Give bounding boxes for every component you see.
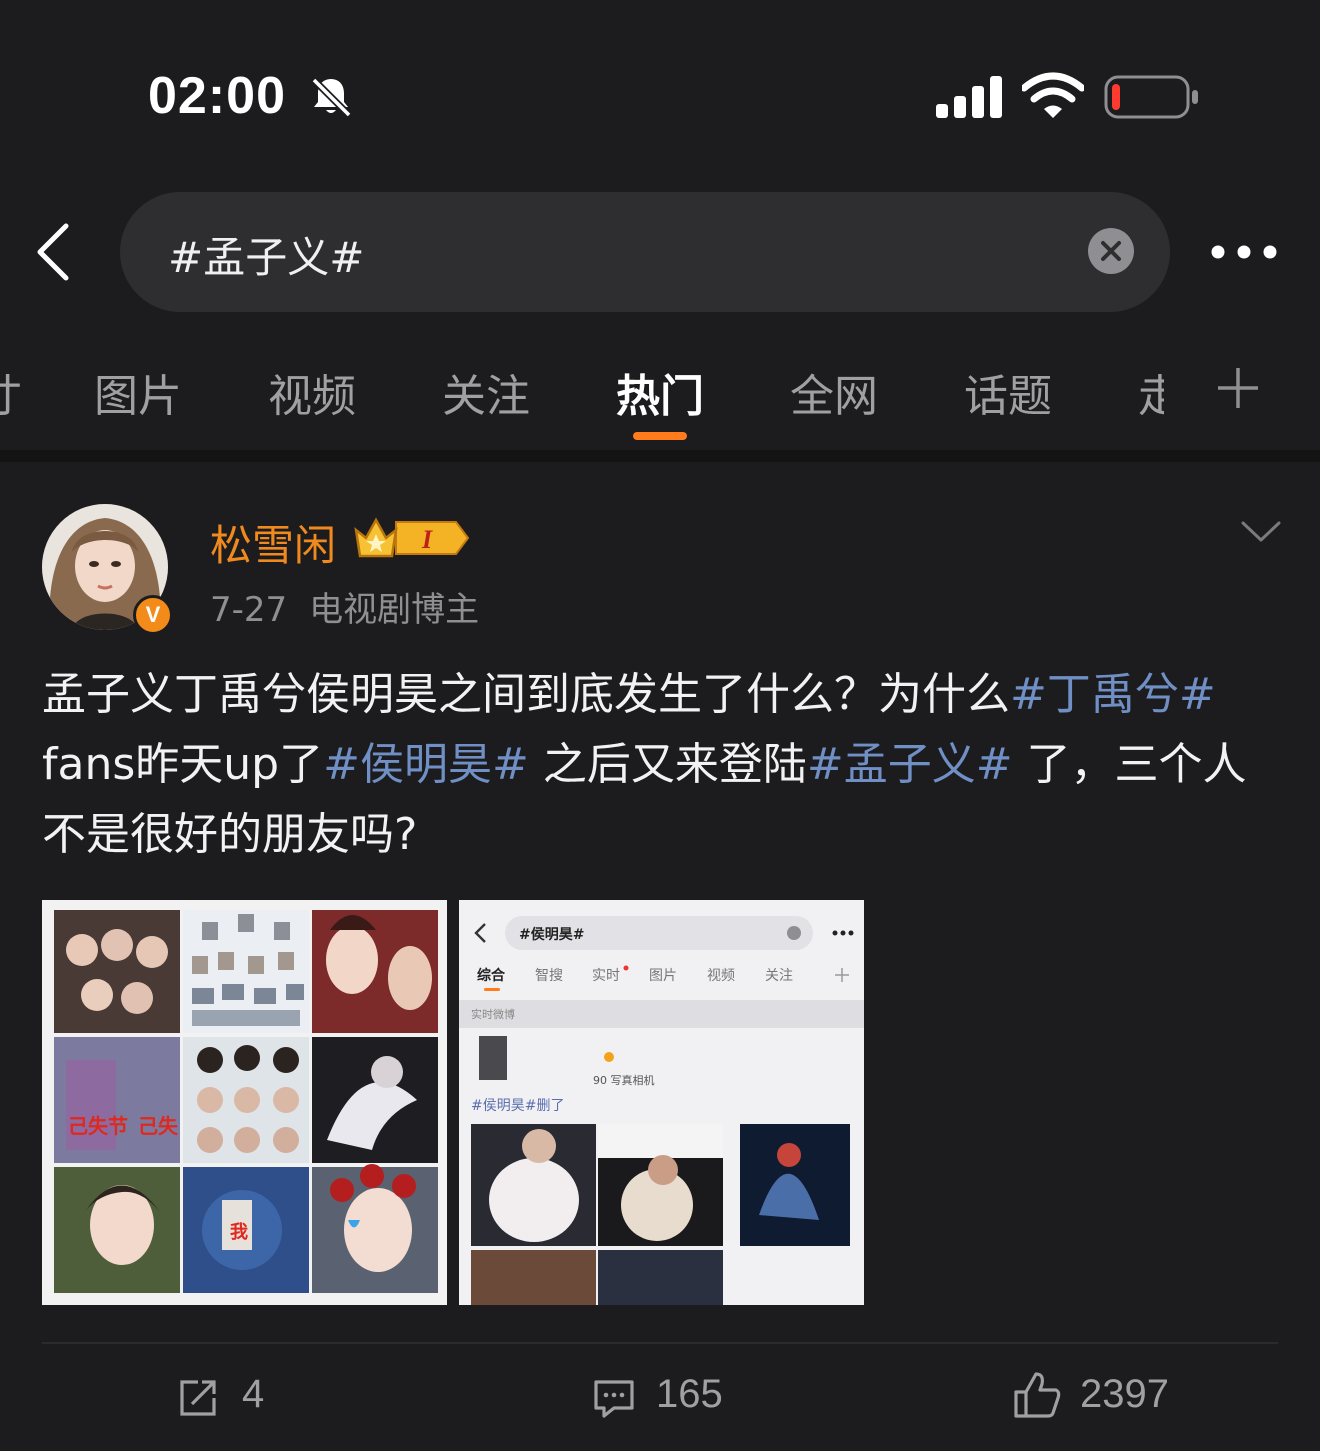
topic-link[interactable]: #丁禹兮# [1010, 669, 1216, 720]
battery-low-icon [1104, 75, 1198, 119]
tab-partial[interactable]: 寸 [0, 360, 22, 424]
action-divider [42, 1342, 1278, 1344]
like-count: 2397 [1080, 1372, 1169, 1416]
post-text-segment: 孟子义丁禹兮侯明昊之间到底发生了什么？为什么 [42, 669, 1010, 720]
svg-text:己失: 己失 [138, 1114, 179, 1138]
section-divider [0, 450, 1320, 462]
comment-button[interactable]: 165 [592, 1368, 752, 1424]
search-query: #孟子义# [168, 233, 365, 282]
close-icon [1101, 241, 1121, 261]
verified-badge: V [133, 595, 173, 635]
topic-link[interactable]: #侯明昊# [323, 739, 529, 790]
screen: 02:00 #孟子义# 图片 视频 关注 热门 全网 话题 走 V 松雪闲 I … [0, 0, 1320, 1451]
repost-count: 4 [242, 1372, 265, 1416]
screenshot-meta: 90 写真相机 [593, 1073, 655, 1087]
active-tab-indicator [633, 432, 687, 440]
collage-thumbnail: 己失节 己失 我 [42, 900, 447, 1305]
back-arrow-icon[interactable] [30, 220, 76, 284]
more-options-icon[interactable] [1206, 236, 1282, 268]
post-image-screenshot[interactable]: #侯明昊# 综合 智搜 实时 图片 视频 关注 实时微博 90 写真相机 #侯明… [459, 900, 864, 1305]
search-input[interactable]: #孟子义# [120, 192, 1170, 312]
like-button[interactable]: 2397 [1012, 1368, 1192, 1424]
add-tab-icon[interactable] [1216, 366, 1260, 410]
post-date: 7-27 [210, 590, 288, 630]
screenshot-tab: 综合 [477, 967, 506, 984]
username[interactable]: 松雪闲 [210, 512, 336, 573]
screenshot-tab: 实时 [592, 968, 620, 984]
tab-following[interactable]: 关注 [442, 360, 530, 424]
screenshot-tab: 视频 [707, 968, 735, 984]
cellular-signal-icon [936, 76, 1002, 118]
bell-slash-icon [311, 77, 352, 118]
tab-images[interactable]: 图片 [94, 360, 182, 424]
tab-web[interactable]: 全网 [790, 360, 878, 424]
wifi-icon [1022, 72, 1084, 118]
post-image-collage[interactable]: 己失节 己失 我 [42, 900, 447, 1305]
post-text-segment: fans昨天up了 [42, 739, 324, 790]
svg-text:我: 我 [230, 1222, 248, 1243]
tab-videos[interactable]: 视频 [268, 360, 356, 424]
tab-cut-off[interactable]: 走 [1138, 360, 1164, 424]
screenshot-search-text: #侯明昊# [519, 926, 584, 943]
post-body: 孟子义丁禹兮侯明昊之间到底发生了什么？为什么#丁禹兮# fans昨天up了#侯明… [42, 660, 1282, 870]
tab-topics[interactable]: 话题 [964, 360, 1052, 424]
comment-icon [594, 1380, 634, 1418]
status-time: 02:00 [148, 67, 286, 125]
screenshot-section: 实时微博 [471, 1007, 515, 1021]
crown-level-badge-icon: I [354, 517, 470, 558]
clear-search-button[interactable] [1088, 228, 1134, 274]
screenshot-tab: 智搜 [535, 968, 563, 984]
screenshot-thumbnail: #侯明昊# 综合 智搜 实时 图片 视频 关注 实时微博 90 写真相机 #侯明… [459, 900, 864, 1305]
topic-link[interactable]: #孟子义# [807, 739, 1013, 790]
tab-hot[interactable]: 热门 [616, 360, 704, 424]
screenshot-tab: 图片 [649, 968, 677, 984]
screenshot-tab: 关注 [765, 968, 793, 984]
post-text-segment: 之后又来登陆 [528, 739, 807, 790]
level-badge-text: I [421, 525, 433, 554]
author-category: 电视剧博主 [309, 590, 480, 630]
post-meta: 7-27 电视剧博主 [210, 582, 479, 631]
chevron-down-icon[interactable] [1240, 518, 1282, 546]
repost-button[interactable]: 4 [176, 1368, 296, 1424]
share-icon [180, 1380, 216, 1416]
comment-count: 165 [656, 1372, 723, 1416]
screenshot-text: #侯明昊#删了 [471, 1098, 564, 1114]
svg-text:己失节: 己失节 [68, 1114, 128, 1138]
thumbs-up-icon [1014, 1372, 1061, 1418]
